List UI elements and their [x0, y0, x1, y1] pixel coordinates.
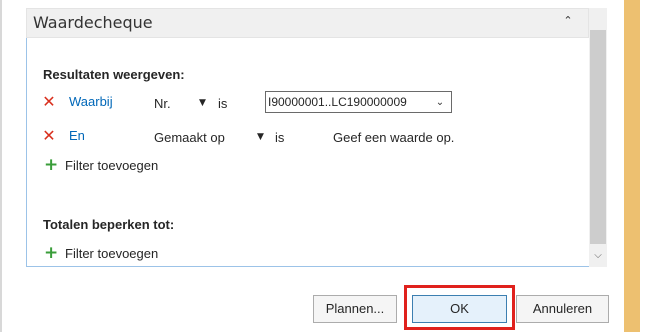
- field-dropdown-caret-icon[interactable]: ▼: [257, 132, 264, 142]
- schedule-button[interactable]: Plannen...: [313, 295, 397, 323]
- add-total-filter-link[interactable]: Filter toevoegen: [65, 246, 158, 261]
- panel-title: Waardecheque: [33, 13, 153, 32]
- ok-highlight-box: [404, 285, 515, 330]
- remove-x-icon[interactable]: ✕: [42, 128, 56, 144]
- scrollbar-thumb[interactable]: [590, 30, 606, 244]
- add-filter-link[interactable]: Filter toevoegen: [65, 158, 158, 173]
- plus-icon[interactable]: +: [44, 157, 58, 174]
- filter-operator: is: [275, 130, 285, 145]
- filter-value-placeholder[interactable]: Geef een waarde op.: [333, 130, 454, 145]
- chevron-up-icon[interactable]: ⌃: [561, 14, 575, 28]
- filter-value-input[interactable]: I90000001..LC190000009: [265, 91, 452, 113]
- filter-connector-en[interactable]: En: [69, 128, 85, 143]
- remove-x-icon[interactable]: ✕: [42, 94, 56, 110]
- filter-field-nr[interactable]: Nr.: [154, 96, 171, 111]
- results-heading: Resultaten weergeven:: [43, 67, 185, 82]
- background-window-stripe: [624, 0, 640, 332]
- chevron-down-icon[interactable]: ⌄: [433, 97, 447, 109]
- filter-connector-waarbij[interactable]: Waarbij: [69, 94, 113, 109]
- limits-heading: Totalen beperken tot:: [43, 217, 175, 232]
- plus-icon[interactable]: +: [44, 245, 58, 262]
- scroll-down-icon[interactable]: ⌵: [590, 248, 606, 264]
- filter-dialog: Waardecheque ⌃ ⌵ Resultaten weergeven: ✕…: [0, 0, 653, 332]
- cancel-button[interactable]: Annuleren: [516, 295, 609, 323]
- field-dropdown-caret-icon[interactable]: ▼: [199, 98, 206, 108]
- filter-field-gemaakt-op[interactable]: Gemaakt op: [154, 130, 225, 145]
- filter-operator: is: [218, 96, 228, 111]
- dialog-left-edge: [0, 0, 2, 332]
